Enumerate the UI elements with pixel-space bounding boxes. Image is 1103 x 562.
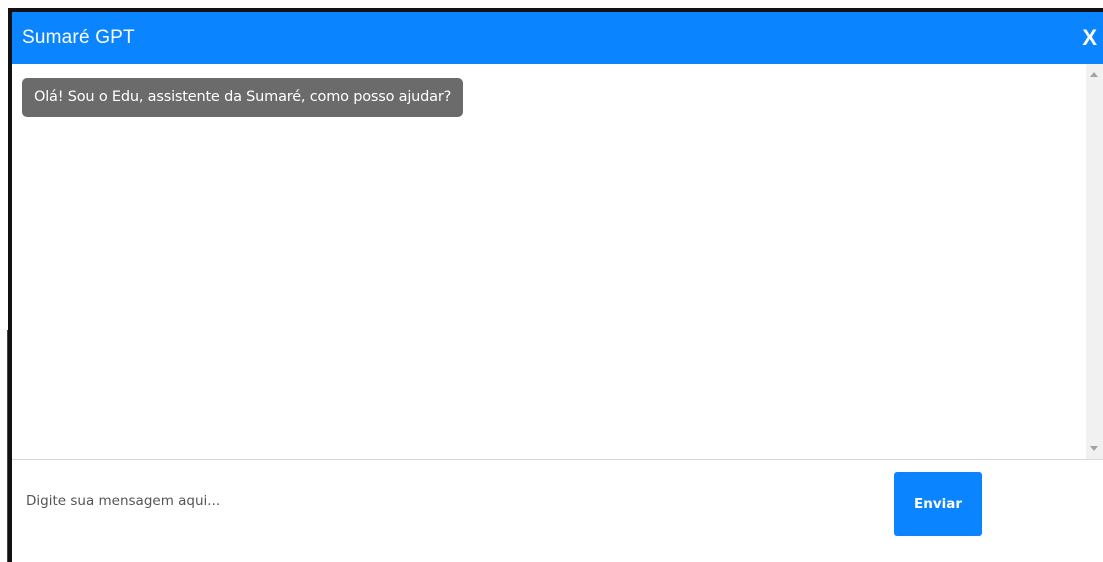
chat-window: Sumaré GPT X Olá! Sou o Edu, assistente …	[8, 8, 1103, 562]
scroll-down-icon[interactable]	[1090, 446, 1098, 451]
message-scrollbar[interactable]	[1086, 64, 1103, 459]
close-button[interactable]: X	[1082, 27, 1097, 49]
chat-header: Sumaré GPT X	[12, 12, 1103, 64]
composer: Enviar	[12, 460, 1103, 562]
message-input[interactable]	[26, 484, 876, 518]
message-list: Olá! Sou o Edu, assistente da Sumaré, co…	[12, 64, 1086, 459]
chat-title: Sumaré GPT	[22, 27, 135, 48]
send-button[interactable]: Enviar	[894, 472, 982, 536]
bot-message: Olá! Sou o Edu, assistente da Sumaré, co…	[22, 78, 464, 117]
scroll-up-icon[interactable]	[1090, 72, 1098, 77]
